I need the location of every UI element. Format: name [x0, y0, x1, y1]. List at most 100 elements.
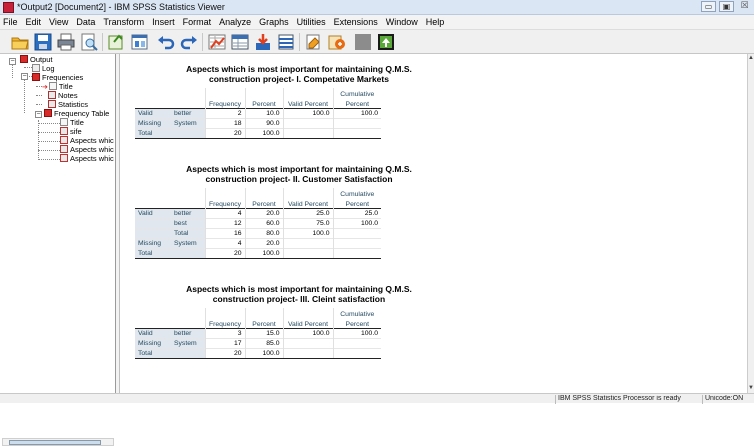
cell-frequency: 20: [204, 347, 245, 359]
redo-icon[interactable]: [179, 32, 199, 52]
outline-item-statistics[interactable]: Statistics: [48, 100, 88, 109]
header-percent: Percent: [244, 318, 283, 328]
restore-button[interactable]: ▣: [719, 1, 734, 12]
header-cumulative-percent: Percent: [332, 318, 381, 328]
title-icon: [48, 82, 57, 90]
cell-percent: 100.0: [244, 347, 283, 359]
header-frequency-spacer: [204, 188, 245, 198]
outline-item-title[interactable]: Title: [60, 118, 84, 127]
cell-frequency: 20: [204, 127, 245, 139]
toolbar: [0, 30, 754, 54]
table-row: Total 20 100.0: [135, 247, 381, 259]
show-all-icon[interactable]: [327, 32, 347, 52]
header-percent: Percent: [244, 198, 283, 208]
menu-edit[interactable]: Edit: [26, 15, 42, 29]
outline-item-sife[interactable]: sife: [60, 127, 82, 136]
menu-format[interactable]: Format: [183, 15, 212, 29]
table-row: Total 20 100.0: [135, 347, 381, 359]
frequency-table-block[interactable]: Aspects which is most important for main…: [121, 284, 521, 384]
outline-item-aspects-1[interactable]: Aspects whic: [60, 136, 114, 145]
menu-extensions[interactable]: Extensions: [334, 15, 378, 29]
goto-data-icon[interactable]: [207, 32, 227, 52]
scroll-down-icon[interactable]: ▼: [748, 385, 754, 392]
collapse-frequencies-toggle[interactable]: −: [21, 73, 28, 80]
cell-frequency: 20: [204, 247, 245, 259]
frequency-book-icon: [44, 109, 52, 117]
outline-item-frequencies[interactable]: Frequencies: [32, 73, 83, 82]
row-group-label: Missing: [135, 337, 171, 348]
cell-percent: 20.0: [244, 237, 283, 248]
outline-horizontal-scrollbar[interactable]: [2, 438, 114, 446]
menu-analyze[interactable]: Analyze: [219, 15, 251, 29]
print-icon[interactable]: [56, 32, 76, 52]
row-group-label: Total: [135, 247, 171, 259]
pane-splitter[interactable]: [116, 54, 120, 393]
header-cumulative-percent: Percent: [332, 98, 381, 108]
table-title: Aspects which is most important for main…: [186, 284, 412, 294]
menu-view[interactable]: View: [49, 15, 68, 29]
row-category-label: Total: [171, 227, 205, 238]
header-percent-spacer: [244, 308, 283, 318]
export-icon[interactable]: [106, 32, 126, 52]
cell-frequency: 3: [204, 327, 245, 338]
goto-variable-icon[interactable]: [253, 32, 273, 52]
cell-percent: 90.0: [244, 117, 283, 128]
outline-item-frequency-table[interactable]: Frequency Table: [44, 109, 109, 118]
menu-window[interactable]: Window: [386, 15, 418, 29]
cell-cumulative-percent: 100.0: [332, 217, 381, 228]
goto-case-icon[interactable]: [230, 32, 250, 52]
menu-transform[interactable]: Transform: [103, 15, 144, 29]
cell-percent: 20.0: [244, 207, 283, 218]
cell-cumulative-percent: 100.0: [332, 327, 381, 338]
menu-insert[interactable]: Insert: [152, 15, 175, 29]
collapse-output-toggle[interactable]: −: [9, 58, 16, 65]
designate-window-icon[interactable]: [304, 32, 324, 52]
header-cumulative-percent: Percent: [332, 198, 381, 208]
outline-item-notes[interactable]: Notes: [48, 91, 78, 100]
save-icon[interactable]: [33, 32, 53, 52]
outline-item-aspects-3[interactable]: Aspects whic: [60, 154, 114, 163]
cell-frequency: 18: [204, 117, 245, 128]
cell-percent: 100.0: [244, 247, 283, 259]
cell-cumulative-percent: [332, 337, 381, 348]
insert-output-icon[interactable]: [353, 32, 373, 52]
variables-icon[interactable]: [276, 32, 296, 52]
frequency-table-block[interactable]: Aspects which is most important for main…: [121, 164, 521, 264]
cell-percent: 80.0: [244, 227, 283, 238]
frequency-table-block[interactable]: Aspects which is most important for main…: [121, 64, 521, 164]
promote-icon[interactable]: [376, 32, 396, 52]
minimize-button[interactable]: ▭: [701, 1, 716, 12]
close-button[interactable]: ☒: [737, 1, 752, 12]
menu-data[interactable]: Data: [76, 15, 95, 29]
scroll-up-icon[interactable]: ▲: [748, 55, 754, 62]
table-icon: [60, 136, 68, 144]
outline-item-log[interactable]: Log: [32, 64, 55, 73]
header-cumulative: Cumulative: [332, 188, 381, 198]
menu-utilities[interactable]: Utilities: [297, 15, 326, 29]
outline-item-aspects-2[interactable]: Aspects whic: [60, 145, 114, 154]
content-vertical-scrollbar[interactable]: ▲ ▼: [747, 54, 754, 393]
print-preview-icon[interactable]: [79, 32, 99, 52]
scrollbar-thumb[interactable]: [9, 440, 101, 445]
cell-frequency: 4: [204, 207, 245, 218]
cell-frequency: 17: [204, 337, 245, 348]
log-icon: [32, 64, 40, 72]
cell-frequency: 4: [204, 237, 245, 248]
table-row: Missing System 18 90.0: [135, 117, 381, 128]
window-title: *Output2 [Document2] - IBM SPSS Statisti…: [17, 2, 225, 12]
spss-viewer-window: *Output2 [Document2] - IBM SPSS Statisti…: [0, 0, 754, 446]
header-frequency-spacer: [204, 308, 245, 318]
outline-item-output[interactable]: Output: [20, 55, 53, 64]
row-category-label: best: [171, 217, 205, 228]
open-folder-icon[interactable]: [10, 32, 30, 52]
recall-dialog-icon[interactable]: [130, 32, 150, 52]
menu-graphs[interactable]: Graphs: [259, 15, 289, 29]
cell-valid-percent: 75.0: [282, 217, 333, 228]
undo-icon[interactable]: [156, 32, 176, 52]
cell-valid-percent: 25.0: [282, 207, 333, 218]
menu-file[interactable]: File: [3, 15, 18, 29]
menu-help[interactable]: Help: [426, 15, 445, 29]
collapse-frequency-table-toggle[interactable]: −: [35, 111, 42, 118]
header-percent: Percent: [244, 98, 283, 108]
header-valid-percent: Valid Percent: [282, 198, 333, 208]
